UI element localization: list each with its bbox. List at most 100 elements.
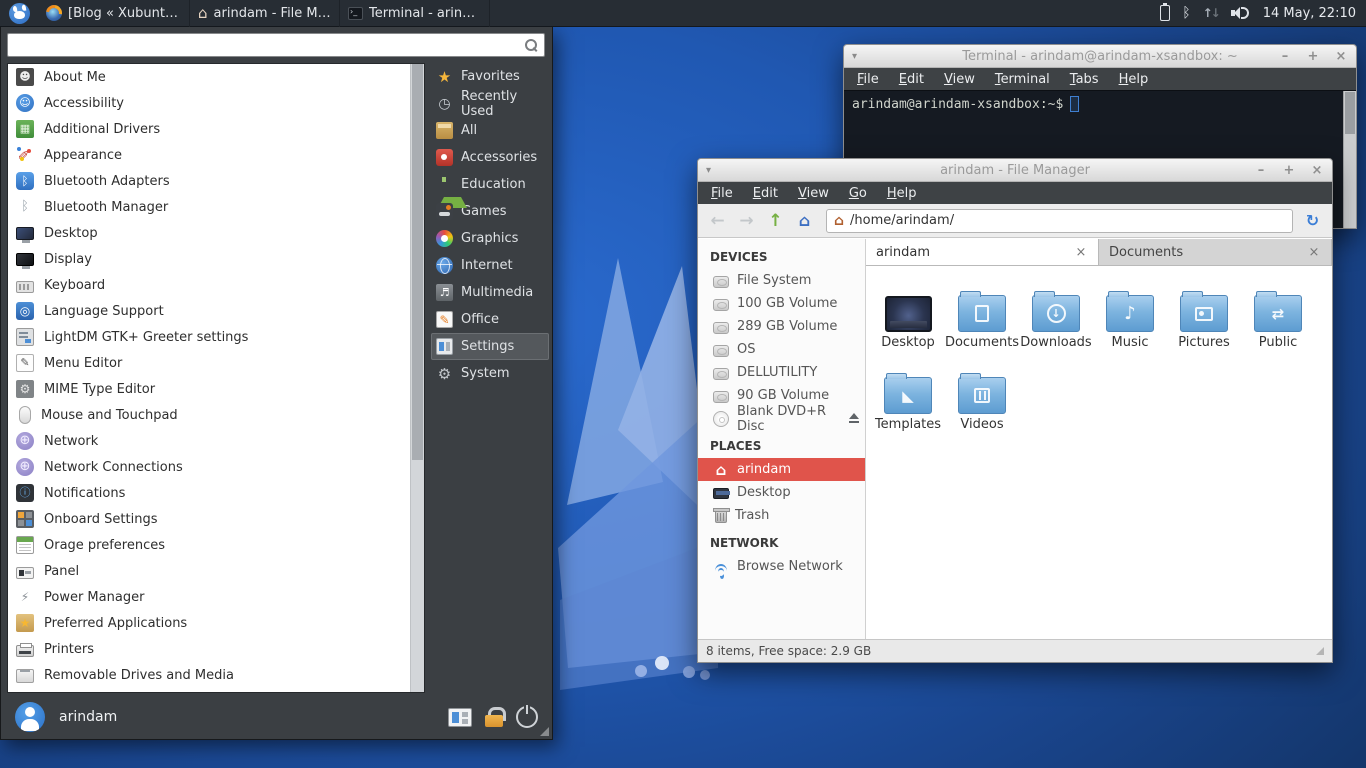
category-item[interactable]: Graphics [431,225,549,252]
category-item[interactable]: Recently Used [431,90,549,117]
app-item[interactable]: Bluetooth Manager [8,194,424,220]
device-item[interactable]: 289 GB Volume [698,315,865,338]
power-icon[interactable] [516,706,538,728]
app-item[interactable]: Menu Editor [8,350,424,376]
window-control-button[interactable]: – [1254,163,1268,178]
device-item[interactable]: File System [698,269,865,292]
app-item[interactable]: Panel [8,558,424,584]
category-item[interactable]: Favorites [431,63,549,90]
app-list-scrollbar[interactable] [410,64,424,692]
fm-titlebar[interactable]: ▾ arindam - File Manager –+× [698,159,1332,182]
menu-item[interactable]: File [702,186,742,201]
window-control-button[interactable]: – [1278,49,1292,64]
app-item[interactable]: MIME Type Editor [8,376,424,402]
app-item[interactable]: Orage preferences [8,532,424,558]
file-icon-view[interactable]: Desktop Documents Downloads [866,266,1332,639]
category-item[interactable]: All [431,117,549,144]
menu-item[interactable]: Terminal [986,72,1059,87]
app-item[interactable]: Onboard Settings [8,506,424,532]
taskbar-button[interactable]: Terminal - arindam@arinda... [340,0,490,27]
file-item[interactable]: Public [1241,278,1315,358]
place-item[interactable]: Trash [698,504,865,527]
app-item[interactable]: Appearance [8,142,424,168]
forward-icon[interactable]: → [733,208,760,234]
device-item[interactable]: 100 GB Volume [698,292,865,315]
file-item[interactable]: Downloads [1019,278,1093,358]
app-item[interactable]: Notifications [8,480,424,506]
window-control-button[interactable]: + [1306,49,1320,64]
menu-item[interactable]: Help [1110,72,1158,87]
tab-close-icon[interactable]: × [1074,245,1088,260]
menu-item[interactable]: File [848,72,888,87]
path-bar[interactable]: ⌂ /home/arindam/ [826,209,1293,233]
window-control-button[interactable]: × [1310,163,1324,178]
fm-tab[interactable]: arindam × [866,239,1099,265]
up-icon[interactable]: ↑ [762,208,789,234]
resize-grip[interactable] [1316,647,1324,655]
category-item[interactable]: Office [431,306,549,333]
network-icon[interactable]: ↑↓ [1203,6,1219,20]
category-item[interactable]: Internet [431,252,549,279]
app-item[interactable]: Network [8,428,424,454]
taskbar-button[interactable]: ⌂arindam - File Manager [190,0,340,27]
category-item[interactable]: Multimedia [431,279,549,306]
app-item[interactable]: Additional Drivers [8,116,424,142]
menu-item[interactable]: Help [878,186,926,201]
terminal-scrollbar[interactable] [1343,91,1356,228]
category-item[interactable]: Accessories [431,144,549,171]
terminal-scrollbar-thumb[interactable] [1345,92,1355,134]
reload-icon[interactable]: ↻ [1299,208,1326,234]
menu-item[interactable]: Go [840,186,876,201]
avatar[interactable] [15,702,45,732]
fm-tab[interactable]: Documents × [1099,239,1332,265]
menu-item[interactable]: Tabs [1061,72,1108,87]
app-item[interactable]: Removable Drives and Media [8,662,424,688]
file-item[interactable]: Templates [871,360,945,440]
path-text[interactable]: /home/arindam/ [850,213,954,228]
menu-item[interactable]: View [789,186,838,201]
app-item[interactable]: Accessibility [8,90,424,116]
app-item[interactable]: Mouse and Touchpad [8,402,424,428]
all-settings-icon[interactable] [448,708,472,727]
menu-item[interactable]: Edit [890,72,933,87]
taskbar-button[interactable]: [Blog « Xubuntu - Mozilla Fire... [38,0,190,27]
menu-item[interactable]: Edit [744,186,787,201]
battery-icon[interactable] [1160,5,1170,21]
lock-screen-icon[interactable] [485,707,503,727]
category-item[interactable]: Settings [431,333,549,360]
app-item[interactable]: Network Connections [8,454,424,480]
menu-item[interactable]: View [935,72,984,87]
app-item[interactable]: Language Support [8,298,424,324]
whisker-menu-button[interactable] [0,0,38,27]
home-icon[interactable]: ⌂ [791,208,818,234]
category-item[interactable]: System [431,360,549,387]
file-item[interactable]: Videos [945,360,1019,440]
clock[interactable]: 14 May, 22:10 [1263,6,1356,21]
file-item[interactable]: Pictures [1167,278,1241,358]
file-item[interactable]: Music [1093,278,1167,358]
app-item[interactable]: Desktop [8,220,424,246]
place-item[interactable]: arindam [698,458,865,481]
volume-icon[interactable] [1231,5,1251,21]
app-item[interactable]: Keyboard [8,272,424,298]
window-control-button[interactable]: × [1334,49,1348,64]
window-menu-icon[interactable]: ▾ [852,51,868,62]
app-item[interactable]: About Me [8,64,424,90]
file-item[interactable]: Documents [945,278,1019,358]
device-item[interactable]: OS [698,338,865,361]
category-item[interactable]: Games [431,198,549,225]
back-icon[interactable]: ← [704,208,731,234]
app-item[interactable]: LightDM GTK+ Greeter settings [8,324,424,350]
app-item[interactable]: Preferred Applications [8,610,424,636]
file-item[interactable]: Desktop [871,278,945,358]
app-item[interactable]: Power Manager [8,584,424,610]
app-item[interactable]: Display [8,246,424,272]
device-item[interactable]: Blank DVD+R Disc [698,407,865,430]
device-item[interactable]: DELLUTILITY [698,361,865,384]
place-item[interactable]: Desktop [698,481,865,504]
app-item[interactable]: Printers [8,636,424,662]
network-item[interactable]: Browse Network [698,555,865,578]
app-list-scrollbar-thumb[interactable] [412,64,423,460]
search-input[interactable] [7,33,545,57]
category-item[interactable]: Education [431,171,549,198]
